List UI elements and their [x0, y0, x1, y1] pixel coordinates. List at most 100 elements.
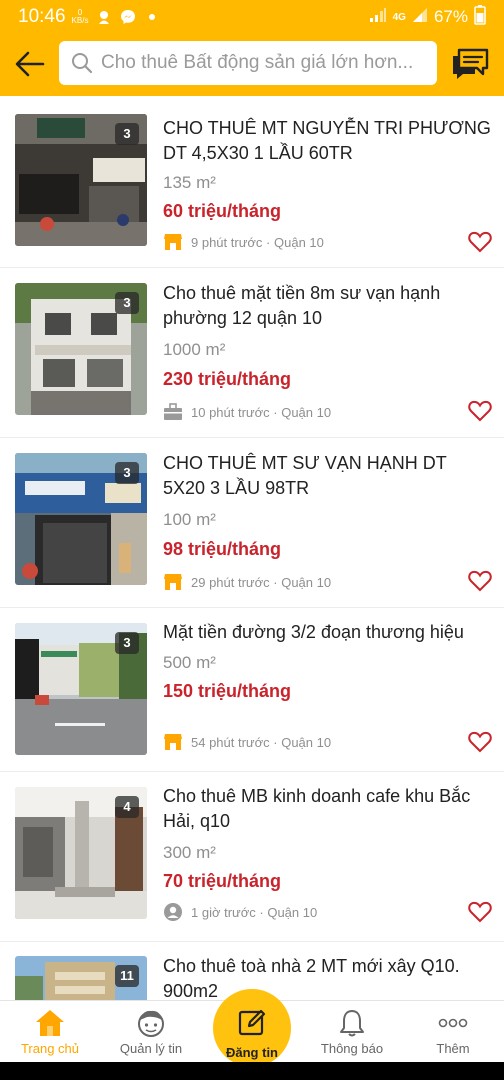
- status-time: 10:46: [18, 6, 66, 27]
- nav-notifications[interactable]: Thông báo: [302, 1001, 402, 1063]
- signal-icon-2: [412, 7, 428, 28]
- nav-manage-label: Quản lý tin: [119, 1041, 183, 1056]
- nav-home-label: Trang chủ: [20, 1041, 80, 1056]
- listing-district: Quận 10: [281, 574, 332, 590]
- listing-time: 10 phút trước: [191, 404, 270, 420]
- listing-item[interactable]: 4 Cho thuê MB kinh doanh cafe khu Bắc Hả…: [0, 772, 504, 942]
- listing-list[interactable]: 3 CHO THUÊ MT NGUYỄN TRI PHƯƠNG DT 4,5X3…: [0, 96, 504, 1000]
- briefcase-icon: [163, 403, 183, 421]
- dot-icon: [144, 9, 160, 25]
- notification-icon: [96, 9, 112, 25]
- listing-item[interactable]: 3 CHO THUÊ MT NGUYỄN TRI PHƯƠNG DT 4,5X3…: [0, 96, 504, 268]
- manager-face-icon: [135, 1009, 167, 1037]
- shop-icon: [163, 573, 183, 591]
- listing-meta: 29 phút trước · Quận 10: [163, 573, 331, 591]
- battery-icon: [474, 4, 486, 30]
- save-favorite-button[interactable]: [466, 899, 494, 925]
- listing-meta: 9 phút trước · Quận 10: [163, 233, 324, 251]
- heart-icon: [468, 231, 492, 253]
- save-favorite-button[interactable]: [466, 729, 494, 755]
- listing-photo[interactable]: 3: [15, 623, 147, 755]
- system-gesture-bar: [0, 1062, 504, 1080]
- edit-icon: [237, 1007, 267, 1042]
- listing-price: 230 triệu/tháng: [163, 369, 292, 389]
- photo-count-badge: 3: [115, 632, 139, 654]
- listing-title: CHO THUÊ MT SƯ VẠN HẠNH DT 5X20 3 LẦU 98…: [163, 453, 447, 498]
- listing-photo[interactable]: 3: [15, 453, 147, 585]
- listing-district: Quận 10: [281, 404, 332, 420]
- listing-item[interactable]: 3 CHO THUÊ MT SƯ VẠN HẠNH DT 5X20 3 LẦU …: [0, 438, 504, 608]
- listing-time: 54 phút trước: [191, 734, 270, 750]
- meta-separator: ·: [269, 574, 282, 590]
- nav-more[interactable]: Thêm: [403, 1001, 503, 1063]
- search-icon: [72, 53, 93, 74]
- shop-icon: [163, 233, 183, 251]
- listing-meta: 54 phút trước · Quận 10: [163, 733, 331, 751]
- listing-area: 100 m²: [163, 510, 216, 529]
- battery-level: 67%: [433, 7, 468, 26]
- arrow-left-icon: [15, 51, 45, 77]
- listing-district: Quận 10: [281, 734, 332, 750]
- meta-separator: ·: [269, 734, 282, 750]
- save-favorite-button[interactable]: [466, 568, 494, 594]
- listing-district: Quận 10: [267, 904, 318, 920]
- back-button[interactable]: [10, 44, 50, 84]
- meta-separator: ·: [269, 404, 282, 420]
- signal-icon: [369, 7, 387, 28]
- listing-title: Mặt tiền đường 3/2 đoạn thương hiệu: [163, 622, 464, 642]
- save-favorite-button[interactable]: [466, 398, 494, 424]
- nav-home[interactable]: Trang chủ: [0, 1001, 100, 1063]
- meta-separator: ·: [262, 234, 274, 250]
- save-favorite-button[interactable]: [466, 229, 494, 255]
- listing-time: 29 phút trước: [191, 574, 270, 590]
- bottom-nav: Trang chủ Quản lý tin Đăng tin Thông báo…: [0, 989, 504, 1067]
- listing-item[interactable]: 3 Mặt tiền đường 3/2 đoạn thương hiệu 50…: [0, 608, 504, 772]
- listing-title-text: Cho thuê toà nhà 2 MT mới xây Q10.: [163, 956, 460, 976]
- photo-count-badge: 11: [115, 965, 139, 987]
- meta-separator: ·: [255, 904, 268, 920]
- listing-photo[interactable]: 11: [15, 956, 147, 1000]
- app-header: [0, 34, 504, 96]
- listing-meta: 10 phút trước · Quận 10: [163, 403, 331, 421]
- post-listing-button[interactable]: Đăng tin: [213, 989, 291, 1067]
- post-listing-label: Đăng tin: [226, 1045, 278, 1060]
- listing-title: CHO THUÊ MT NGUYỄN TRI PHƯƠNG DT 4,5X30 …: [163, 118, 491, 163]
- listing-area: 500 m²: [163, 653, 216, 672]
- search-box[interactable]: [59, 41, 437, 85]
- listing-item[interactable]: 3 Cho thuê mặt tiền 8m sư vạn hạnh phườn…: [0, 268, 504, 438]
- search-input[interactable]: [101, 52, 421, 74]
- nav-manage[interactable]: Quản lý tin: [101, 1001, 201, 1063]
- listing-title: Cho thuê toà nhà 2 MT mới xây Q10. 900m2: [163, 954, 493, 1000]
- photo-count-badge: 3: [115, 123, 139, 145]
- chat-icon: [453, 48, 489, 79]
- user-icon: [163, 903, 183, 921]
- listing-photo[interactable]: 4: [15, 787, 147, 919]
- heart-icon: [468, 731, 492, 753]
- photo-count-badge: 3: [115, 462, 139, 484]
- heart-icon: [468, 901, 492, 923]
- listing-title: Cho thuê MB kinh doanh cafe khu Bắc Hải,…: [163, 786, 471, 831]
- messenger-icon: [120, 9, 136, 25]
- listing-photo[interactable]: 3: [15, 283, 147, 415]
- nav-more-label: Thêm: [436, 1041, 470, 1056]
- listing-meta: 1 giờ trước · Quận 10: [163, 903, 317, 921]
- nav-notifications-label: Thông báo: [320, 1041, 384, 1056]
- listing-price: 150 triệu/tháng: [163, 681, 292, 701]
- heart-icon: [468, 570, 492, 592]
- more-icon: [438, 1009, 468, 1037]
- listing-area: 1000 m²: [163, 340, 226, 359]
- status-bar: 10:46 0 KB/s 4G 67%: [0, 0, 504, 34]
- shop-icon: [163, 733, 183, 751]
- photo-count-badge: 3: [115, 292, 139, 314]
- heart-icon: [468, 400, 492, 422]
- listing-time: 1 giờ trước: [191, 904, 256, 920]
- listing-price: 98 triệu/tháng: [163, 539, 282, 559]
- listing-photo[interactable]: 3: [15, 114, 147, 246]
- listing-price: 60 triệu/tháng: [163, 201, 282, 221]
- network-speed: 0 KB/s: [72, 9, 89, 25]
- listing-title: Cho thuê mặt tiền 8m sư vạn hạnh phường …: [163, 283, 441, 328]
- network-type: 4G: [392, 11, 406, 23]
- chat-button[interactable]: [448, 44, 492, 84]
- listing-area: 300 m²: [163, 843, 216, 862]
- listing-price: 70 triệu/tháng: [163, 871, 282, 891]
